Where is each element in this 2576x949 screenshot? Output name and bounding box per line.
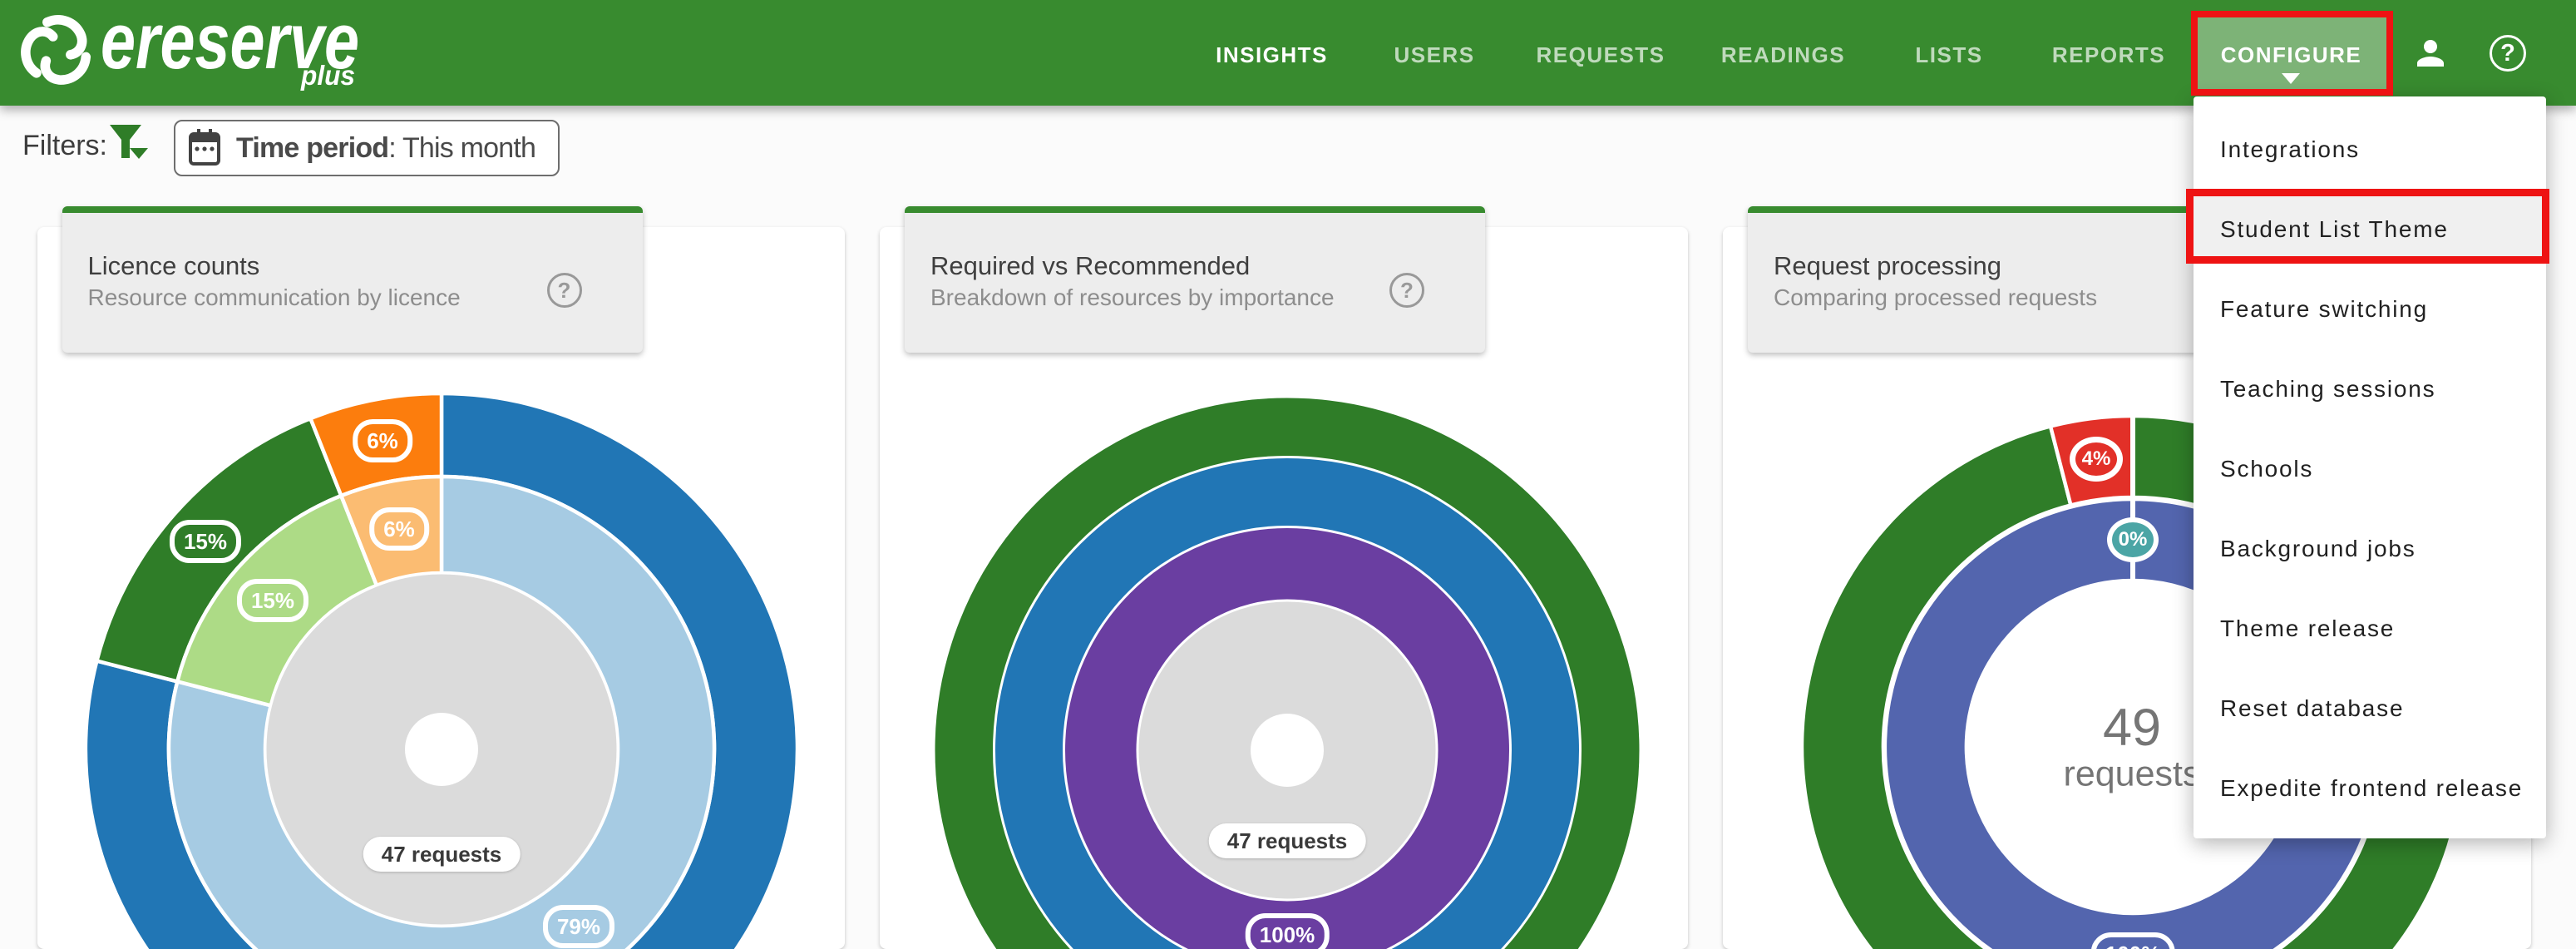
svg-text:plus: plus <box>300 60 355 91</box>
